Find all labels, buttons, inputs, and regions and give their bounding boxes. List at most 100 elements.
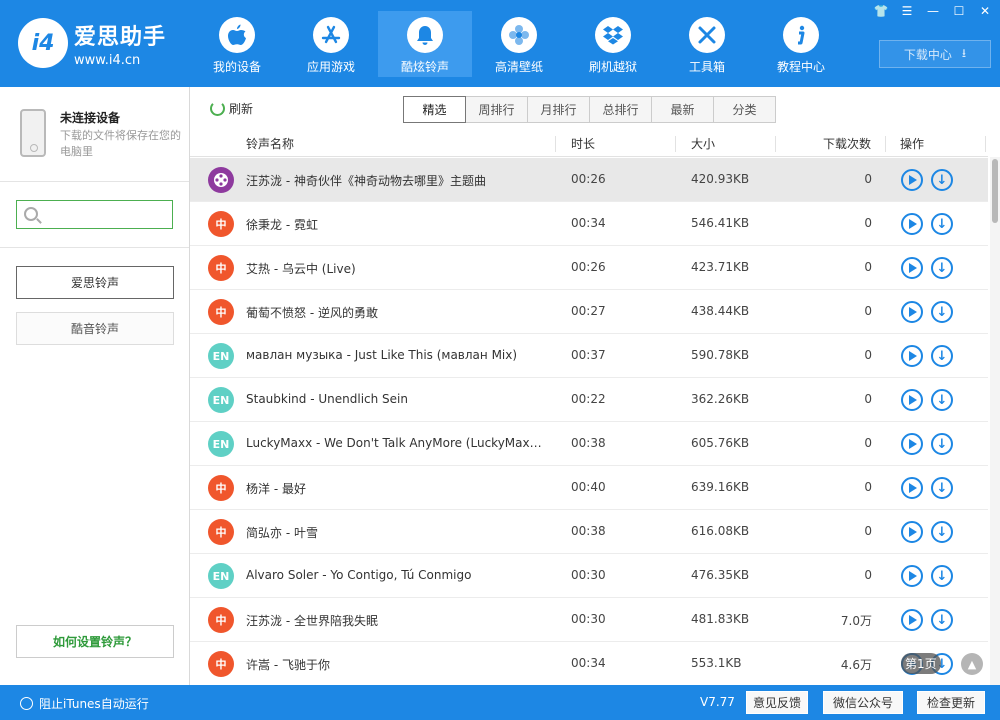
skin-icon[interactable]: 👕	[874, 4, 889, 18]
scrollbar[interactable]	[990, 157, 1000, 685]
category-kuyin-ringtones[interactable]: 酷音铃声	[16, 312, 174, 345]
howto-set-ringtone-button[interactable]: 如何设置铃声？	[16, 625, 174, 658]
tabs: 精选 周排行 月排行 总排行 最新 分类	[403, 96, 776, 123]
nav-toolbox[interactable]: 工具箱	[660, 11, 754, 77]
download-icon[interactable]: ↓	[931, 433, 953, 455]
tab-categories[interactable]: 分类	[713, 96, 776, 123]
play-icon[interactable]	[901, 389, 923, 411]
block-itunes-toggle[interactable]: 阻止iTunes自动运行	[20, 695, 149, 712]
refresh-icon	[210, 101, 225, 116]
tab-alltime[interactable]: 总排行	[589, 96, 652, 123]
table-row[interactable]: EN Alvaro Soler - Yo Contigo, Tú Conmigo 0…	[190, 554, 988, 598]
play-icon[interactable]	[901, 345, 923, 367]
tab-featured[interactable]: 精选	[403, 96, 466, 123]
category-i4-ringtones[interactable]: 爱思铃声	[16, 266, 174, 299]
play-icon[interactable]	[901, 213, 923, 235]
english-badge-icon: EN	[208, 343, 234, 369]
ringtone-size: 438.44KB	[691, 304, 750, 318]
nav-apps-games[interactable]: 应用游戏	[284, 11, 378, 77]
refresh-button[interactable]: 刷新	[210, 100, 253, 117]
download-icon[interactable]: ↓	[931, 345, 953, 367]
maximize-icon[interactable]: ☐	[952, 4, 966, 18]
table-row[interactable]: EN мавлан музыка - Just Like This (мавлан…	[190, 334, 988, 378]
play-icon[interactable]	[901, 565, 923, 587]
ringtone-size: 423.71KB	[691, 260, 750, 274]
download-icon[interactable]: ↓	[931, 169, 953, 191]
ringtone-name: 汪苏泷 - 全世界陪我失眠	[246, 614, 378, 628]
refresh-label: 刷新	[229, 102, 254, 116]
close-icon[interactable]: ✕	[978, 4, 992, 18]
play-icon[interactable]	[901, 433, 923, 455]
scroll-top-icon[interactable]: ▲	[961, 653, 983, 675]
column-header-name[interactable]: 铃声名称	[190, 135, 556, 152]
play-icon[interactable]	[901, 169, 923, 191]
table-row[interactable]: 中徐秉龙 - 霓虹 00:34 546.41KB 0 ↓	[190, 202, 988, 246]
feedback-button[interactable]: 意见反馈	[746, 691, 808, 714]
device-status: 未连接设备 下载的文件将保存在您的电脑里	[20, 109, 185, 169]
table-row[interactable]: 中汪苏泷 - 全世界陪我失眠 00:30 481.83KB 7.0万 ↓	[190, 598, 988, 642]
nav-my-device[interactable]: 我的设备	[190, 11, 284, 77]
main-nav: 我的设备 应用游戏 酷炫铃声 高清壁纸 刷机越狱 工具箱 教程中心	[190, 11, 848, 77]
play-icon[interactable]	[901, 609, 923, 631]
download-icon[interactable]: ↓	[931, 477, 953, 499]
table-row[interactable]: 中艾热 - 乌云中 (Live) 00:26 423.71KB 0 ↓	[190, 246, 988, 290]
nav-tutorials[interactable]: 教程中心	[754, 11, 848, 77]
play-icon[interactable]	[901, 301, 923, 323]
search-input[interactable]	[17, 201, 198, 228]
english-badge-icon: EN	[208, 431, 234, 457]
ringtone-size: 605.76KB	[691, 436, 750, 450]
table-row[interactable]: 中简弘亦 - 叶雪 00:38 616.08KB 0 ↓	[190, 510, 988, 554]
main-panel: 刷新 精选 周排行 月排行 总排行 最新 分类 铃声名称 时长 大小 下载次数 …	[190, 87, 1000, 686]
table-row[interactable]: 中杨洋 - 最好 00:40 639.16KB 0 ↓	[190, 466, 988, 510]
minimize-icon[interactable]: —	[926, 4, 940, 18]
toolbar: 刷新 精选 周排行 月排行 总排行 最新 分类	[190, 87, 1000, 131]
block-itunes-label: 阻止iTunes自动运行	[39, 697, 149, 711]
table-row[interactable]: EN LuckyMaxx - We Don't Talk AnyMore (Luc…	[190, 422, 988, 466]
info-icon	[783, 17, 819, 53]
ringtone-size: 481.83KB	[691, 612, 750, 626]
search-box: 搜索	[16, 200, 211, 234]
download-icon[interactable]: ↓	[931, 301, 953, 323]
download-arrow-icon: ⭳	[961, 45, 967, 60]
tab-monthly[interactable]: 月排行	[527, 96, 590, 123]
apple-icon	[219, 17, 255, 53]
version-label: V7.77	[700, 695, 735, 709]
column-header-duration[interactable]: 时长	[556, 135, 676, 152]
ringtone-download-count: 0	[864, 480, 872, 494]
download-icon[interactable]: ↓	[931, 609, 953, 631]
play-icon[interactable]	[901, 477, 923, 499]
radio-icon	[20, 697, 33, 710]
play-icon[interactable]	[901, 257, 923, 279]
tab-weekly[interactable]: 周排行	[465, 96, 528, 123]
column-header-downloads[interactable]: 下载次数	[776, 135, 886, 152]
download-center-button[interactable]: 下载中心 ⭳	[879, 40, 991, 68]
tab-latest[interactable]: 最新	[651, 96, 714, 123]
ringtone-duration: 00:34	[571, 656, 606, 670]
ringtone-download-count: 0	[864, 260, 872, 274]
nav-wallpapers[interactable]: 高清壁纸	[472, 11, 566, 77]
table-row[interactable]: 中许嵩 - 飞驰于你 00:34 553.1KB 4.6万 ↓	[190, 642, 988, 686]
table-row[interactable]: 汪苏泷 - 神奇伙伴《神奇动物去哪里》主题曲 00:26 420.93KB 0 ↓	[190, 158, 988, 202]
download-icon[interactable]: ↓	[931, 213, 953, 235]
check-update-button[interactable]: 检查更新	[917, 691, 985, 714]
ringtone-name: Alvaro Soler - Yo Contigo, Tú Conmigo	[246, 568, 472, 582]
download-icon[interactable]: ↓	[931, 257, 953, 279]
table-row[interactable]: 中葡萄不愤怒 - 逆风的勇敢 00:27 438.44KB 0 ↓	[190, 290, 988, 334]
download-icon[interactable]: ↓	[931, 521, 953, 543]
column-header-size[interactable]: 大小	[676, 135, 776, 152]
menu-icon[interactable]: ☰	[900, 4, 914, 18]
table-header: 铃声名称 时长 大小 下载次数 操作	[190, 131, 988, 157]
download-icon[interactable]: ↓	[931, 565, 953, 587]
download-icon[interactable]: ↓	[931, 389, 953, 411]
scrollbar-thumb[interactable]	[992, 159, 998, 223]
nav-ringtones[interactable]: 酷炫铃声	[378, 11, 472, 77]
wechat-button[interactable]: 微信公众号	[823, 691, 903, 714]
logo-text: 爱思助手 www.i4.cn	[74, 19, 166, 68]
nav-flash-jailbreak[interactable]: 刷机越狱	[566, 11, 660, 77]
chinese-badge-icon: 中	[208, 607, 234, 633]
table-row[interactable]: EN Staubkind - Unendlich Sein 00:22 362.26K…	[190, 378, 988, 422]
app-store-icon	[313, 17, 349, 53]
window-controls: 👕 ☰ — ☐ ✕	[874, 4, 992, 18]
play-icon[interactable]	[901, 521, 923, 543]
ringtone-download-count: 4.6万	[840, 658, 872, 672]
